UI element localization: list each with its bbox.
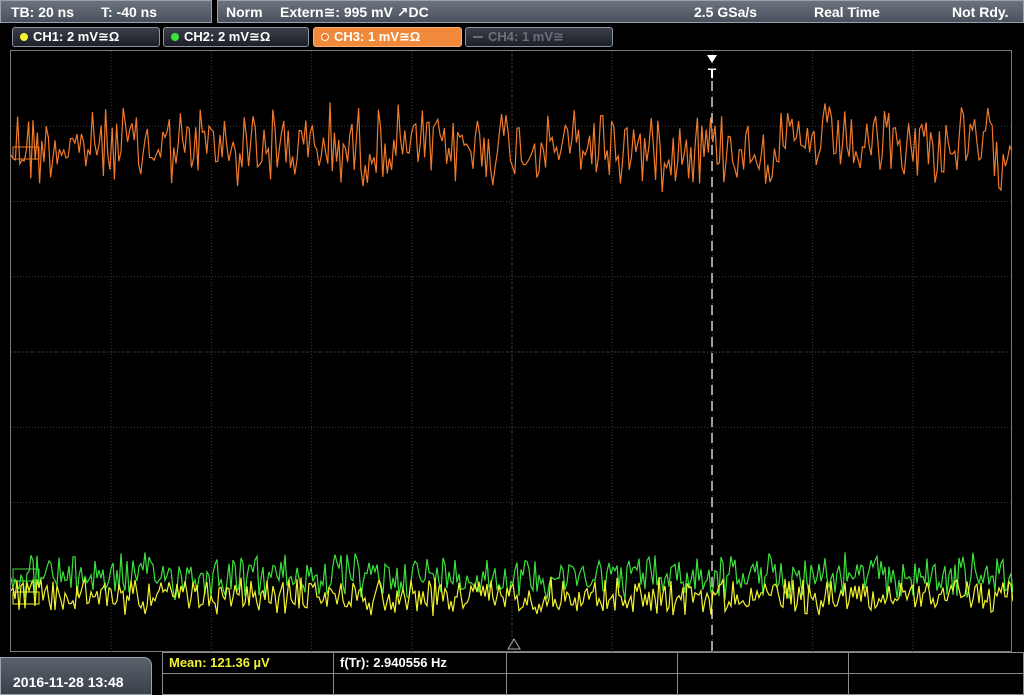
trigger-offset-label[interactable]: T: -40 ns (101, 4, 157, 20)
mean-measurement[interactable]: Mean: 121.36 µV (162, 652, 334, 674)
timebase-label[interactable]: TB: 20 ns (11, 4, 74, 20)
ch1-label: CH1: 2 mV≅Ω (33, 29, 120, 44)
frequency-measurement-label: f(Tr): 2.940556 Hz (340, 655, 447, 670)
ch4-label: CH4: 1 mV≅ (488, 29, 564, 44)
waveform-canvas: T (11, 51, 1013, 653)
trigger-settings-panel[interactable]: Norm Extern≅: 995 mV ↗DC 2.5 GSa/s Real … (217, 0, 1024, 23)
datetime-panel: 2016-11-28 13:48 (0, 657, 152, 695)
ch2-indicator-icon (171, 33, 179, 41)
trigger-marker-label: T (708, 65, 717, 81)
trigger-source-label[interactable]: Extern≅: 995 mV ↗DC (280, 4, 429, 21)
measurement-slot-6[interactable] (162, 673, 334, 695)
datetime-label: 2016-11-28 13:48 (13, 674, 124, 690)
tab-ch3[interactable]: CH3: 1 mV≅Ω (313, 27, 462, 47)
acquisition-mode-label[interactable]: Norm (226, 4, 263, 20)
tab-ch1[interactable]: CH1: 2 mV≅Ω (12, 27, 160, 47)
measurement-slot-8[interactable] (506, 673, 678, 695)
ch3-indicator-icon (321, 33, 329, 41)
ch1-indicator-icon (20, 33, 28, 41)
frequency-measurement[interactable]: f(Tr): 2.940556 Hz (333, 652, 507, 674)
sample-rate-label: 2.5 GSa/s (694, 4, 758, 20)
status-bar: TB: 20 ns T: -40 ns Norm Extern≅: 995 mV… (0, 0, 1024, 25)
measurement-slot-9[interactable] (677, 673, 849, 695)
trigger-arrow-icon (707, 55, 717, 63)
measurement-slot-10[interactable] (848, 673, 1024, 695)
horizontal-settings-panel[interactable]: TB: 20 ns T: -40 ns (0, 0, 212, 23)
tab-ch4[interactable]: CH4: 1 mV≅ (465, 27, 613, 47)
center-marker-icon (507, 638, 521, 650)
tab-ch2[interactable]: CH2: 2 mV≅Ω (163, 27, 309, 47)
sampling-mode-label: Real Time (814, 4, 880, 20)
measurement-slot-7[interactable] (333, 673, 507, 695)
measurement-slot-3[interactable] (506, 652, 678, 674)
bottom-bar: 2016-11-28 13:48 Mean: 121.36 µV f(Tr): … (0, 652, 1024, 695)
waveform-display[interactable]: T (10, 50, 1013, 653)
channel-tabs: CH1: 2 mV≅Ω CH2: 2 mV≅Ω CH3: 1 mV≅Ω CH4:… (0, 25, 1024, 49)
ch3-label: CH3: 1 mV≅Ω (334, 29, 421, 44)
measurement-table: Mean: 121.36 µV f(Tr): 2.940556 Hz (162, 652, 1024, 695)
measurement-slot-4[interactable] (677, 652, 849, 674)
mean-measurement-label: Mean: 121.36 µV (169, 655, 270, 670)
ch2-label: CH2: 2 mV≅Ω (184, 29, 271, 44)
measurement-slot-5[interactable] (848, 652, 1024, 674)
graticule (11, 51, 1013, 653)
ch4-indicator-icon (473, 36, 483, 38)
run-state-label: Not Rdy. (952, 4, 1009, 20)
